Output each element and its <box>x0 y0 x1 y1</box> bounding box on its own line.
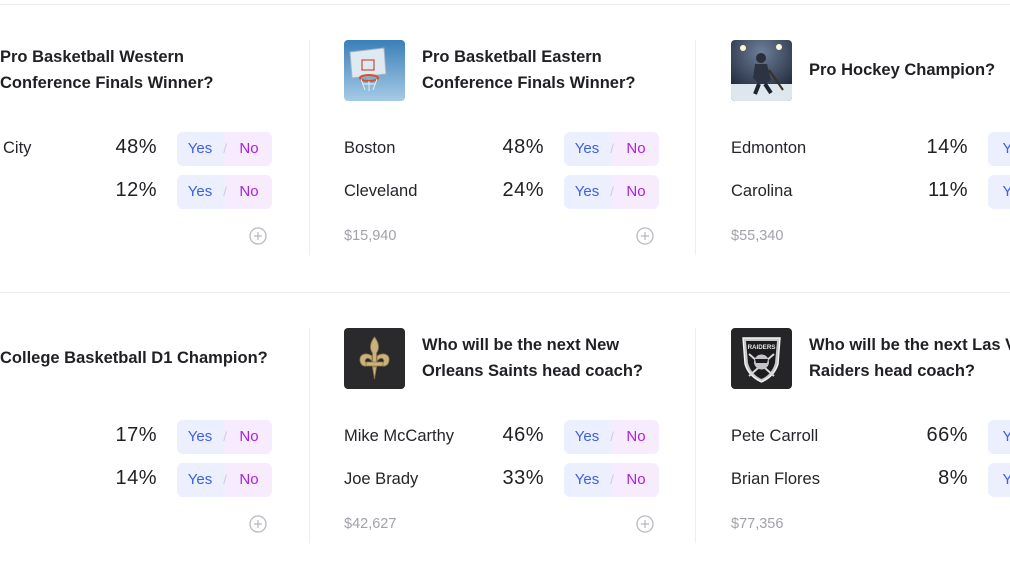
outcome-name: Carolina <box>731 182 793 200</box>
column-divider <box>695 40 696 255</box>
yes-button[interactable]: Yes <box>564 420 610 454</box>
yes-no-buttons: Ye <box>988 132 1010 166</box>
market-title[interactable]: Pro Basketball Western Conference Finals… <box>0 44 213 96</box>
outcome-row: Joe Brady 33% Yes / No <box>344 463 674 497</box>
outcome-row: Brian Flores 8% Ye <box>731 463 1010 497</box>
outcome-percent: 14% <box>115 467 157 489</box>
market-title[interactable]: College Basketball D1 Champion? <box>0 345 268 371</box>
yes-button[interactable]: Yes <box>177 463 223 497</box>
market-volume: $55,340 <box>731 228 784 244</box>
outcome-percent: 66% <box>926 424 968 446</box>
add-icon[interactable] <box>249 515 267 533</box>
top-divider <box>0 4 1010 5</box>
no-button[interactable]: No <box>613 132 659 166</box>
market-card[interactable]: Who will be the next New Orleans Saints … <box>344 328 674 558</box>
yes-button[interactable]: Yes <box>564 175 610 209</box>
add-icon[interactable] <box>636 227 654 245</box>
outcome-percent: 11% <box>927 179 968 201</box>
saints-logo-thumbnail <box>344 328 405 389</box>
raiders-logo-thumbnail: RAIDERS <box>731 328 792 389</box>
yes-button[interactable]: Ye <box>988 132 1010 166</box>
outcome-percent: 17% <box>115 424 157 446</box>
market-title[interactable]: Who will be the next New Orleans Saints … <box>422 332 643 384</box>
outcome-name: Brian Flores <box>731 470 820 488</box>
yes-no-buttons: Yes / No <box>564 132 659 166</box>
yes-no-buttons: Ye <box>988 463 1010 497</box>
no-button[interactable]: No <box>613 420 659 454</box>
outcome-name: Mike McCarthy <box>344 427 455 445</box>
yes-no-buttons: Ye <box>988 420 1010 454</box>
outcome-name: Cleveland <box>344 182 418 200</box>
no-button[interactable]: No <box>613 175 659 209</box>
yes-button[interactable]: Yes <box>177 175 223 209</box>
yes-button[interactable]: Ye <box>988 463 1010 497</box>
outcome-name: City <box>3 139 32 157</box>
market-volume: $77,356 <box>731 516 784 532</box>
yes-button[interactable]: Ye <box>988 175 1010 209</box>
yes-no-buttons: Yes / No <box>564 175 659 209</box>
column-divider <box>695 328 696 543</box>
no-button[interactable]: No <box>226 175 272 209</box>
market-title[interactable]: Pro Basketball Eastern Conference Finals… <box>422 44 635 96</box>
outcome-row: 12% Yes / No <box>0 175 302 209</box>
outcome-name: Joe Brady <box>344 470 419 488</box>
outcome-row: Edmonton 14% Ye <box>731 132 1010 166</box>
no-button[interactable]: No <box>613 463 659 497</box>
outcome-name: Pete Carroll <box>731 427 819 445</box>
yes-no-buttons: Yes / No <box>177 463 272 497</box>
add-icon[interactable] <box>636 515 654 533</box>
yes-no-buttons: Yes / No <box>177 420 272 454</box>
yes-no-buttons: Yes / No <box>564 420 659 454</box>
outcome-percent: 46% <box>502 424 544 446</box>
outcome-percent: 48% <box>502 136 544 158</box>
yes-button[interactable]: Ye <box>988 420 1010 454</box>
market-card[interactable]: Pro Hockey Champion? Edmonton 14% Ye Car… <box>731 40 1010 270</box>
outcome-row: Carolina 11% Ye <box>731 175 1010 209</box>
market-volume: $42,627 <box>344 516 397 532</box>
outcome-row: Pete Carroll 66% Ye <box>731 420 1010 454</box>
outcome-percent: 8% <box>938 467 968 489</box>
outcome-row: City 48% Yes / No <box>0 132 302 166</box>
add-icon[interactable] <box>249 227 267 245</box>
outcome-row: Cleveland 24% Yes / No <box>344 175 674 209</box>
yes-no-buttons: Ye <box>988 175 1010 209</box>
outcome-row: 14% Yes / No <box>0 463 302 497</box>
row-divider <box>0 292 1010 293</box>
outcome-percent: 14% <box>926 136 968 158</box>
market-card[interactable]: Pro Basketball Western Conference Finals… <box>0 40 302 270</box>
column-divider <box>309 40 310 255</box>
yes-no-buttons: Yes / No <box>177 175 272 209</box>
basketball-hoop-thumbnail <box>344 40 405 101</box>
market-title[interactable]: Who will be the next Las V Raiders head … <box>809 332 1010 384</box>
yes-button[interactable]: Yes <box>177 420 223 454</box>
outcome-name: Boston <box>344 139 396 157</box>
yes-button[interactable]: Yes <box>564 463 610 497</box>
svg-text:RAIDERS: RAIDERS <box>748 344 776 351</box>
yes-button[interactable]: Yes <box>177 132 223 166</box>
yes-no-buttons: Yes / No <box>177 132 272 166</box>
outcome-row: Boston 48% Yes / No <box>344 132 674 166</box>
market-card[interactable]: College Basketball D1 Champion? 17% Yes … <box>0 328 302 558</box>
outcome-percent: 24% <box>502 179 544 201</box>
no-button[interactable]: No <box>226 463 272 497</box>
yes-no-buttons: Yes / No <box>564 463 659 497</box>
market-card[interactable]: RAIDERS Who will be the next Las V Raide… <box>731 328 1010 558</box>
outcome-percent: 12% <box>115 179 157 201</box>
column-divider <box>309 328 310 543</box>
outcome-row: Mike McCarthy 46% Yes / No <box>344 420 674 454</box>
no-button[interactable]: No <box>226 420 272 454</box>
market-title[interactable]: Pro Hockey Champion? <box>809 57 995 83</box>
outcome-name: Edmonton <box>731 139 807 157</box>
no-button[interactable]: No <box>226 132 272 166</box>
yes-button[interactable]: Yes <box>564 132 610 166</box>
market-volume: $15,940 <box>344 228 397 244</box>
outcome-row: 17% Yes / No <box>0 420 302 454</box>
outcome-percent: 48% <box>115 136 157 158</box>
market-card[interactable]: Pro Basketball Eastern Conference Finals… <box>344 40 674 270</box>
outcome-percent: 33% <box>502 467 544 489</box>
hockey-player-thumbnail <box>731 40 792 101</box>
